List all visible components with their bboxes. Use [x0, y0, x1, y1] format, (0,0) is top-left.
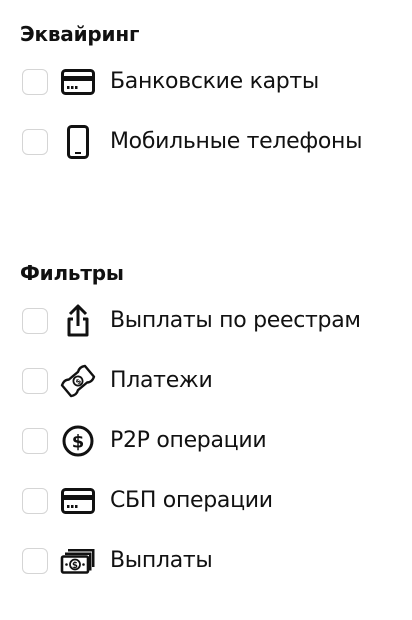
option-label: Мобильные телефоны [110, 129, 363, 154]
mobile-phones-checkbox[interactable] [22, 129, 48, 155]
upload-share-icon [60, 303, 96, 339]
option-payments[interactable]: $ Платежи [20, 363, 402, 399]
option-label: Платежи [110, 368, 213, 393]
registry-payouts-checkbox[interactable] [22, 308, 48, 334]
bank-cards-checkbox[interactable] [22, 69, 48, 95]
filters-section: Фильтры Выплаты по реестрам $ Платежи $ … [20, 259, 402, 603]
acquiring-section: Эквайринг Банковские карты Мобильные тел… [20, 20, 402, 184]
credit-card-icon [60, 64, 96, 100]
sbp-operations-checkbox[interactable] [22, 488, 48, 514]
p2p-operations-checkbox[interactable] [22, 428, 48, 454]
option-label: СБП операции [110, 488, 273, 513]
payouts-checkbox[interactable] [22, 548, 48, 574]
option-p2p-operations[interactable]: $ P2P операции [20, 423, 402, 459]
option-label: Выплаты по реестрам [110, 308, 361, 333]
mobile-phone-icon [60, 124, 96, 160]
option-mobile-phones[interactable]: Мобильные телефоны [20, 124, 402, 160]
option-label: Банковские карты [110, 69, 320, 94]
acquiring-title: Эквайринг [20, 22, 140, 46]
option-bank-cards[interactable]: Банковские карты [20, 64, 402, 100]
svg-text:$: $ [72, 561, 78, 571]
option-payouts[interactable]: $ Выплаты [20, 543, 402, 579]
cash-stack-icon: $ [60, 543, 96, 579]
credit-card-icon [60, 483, 96, 519]
option-sbp-operations[interactable]: СБП операции [20, 483, 402, 519]
payments-checkbox[interactable] [22, 368, 48, 394]
option-registry-payouts[interactable]: Выплаты по реестрам [20, 303, 402, 339]
svg-text:$: $ [72, 432, 85, 453]
dollar-circle-icon: $ [60, 423, 96, 459]
option-label: Выплаты [110, 548, 213, 573]
option-label: P2P операции [110, 428, 267, 453]
filters-title: Фильтры [20, 261, 124, 285]
banknote-icon: $ [60, 363, 96, 399]
